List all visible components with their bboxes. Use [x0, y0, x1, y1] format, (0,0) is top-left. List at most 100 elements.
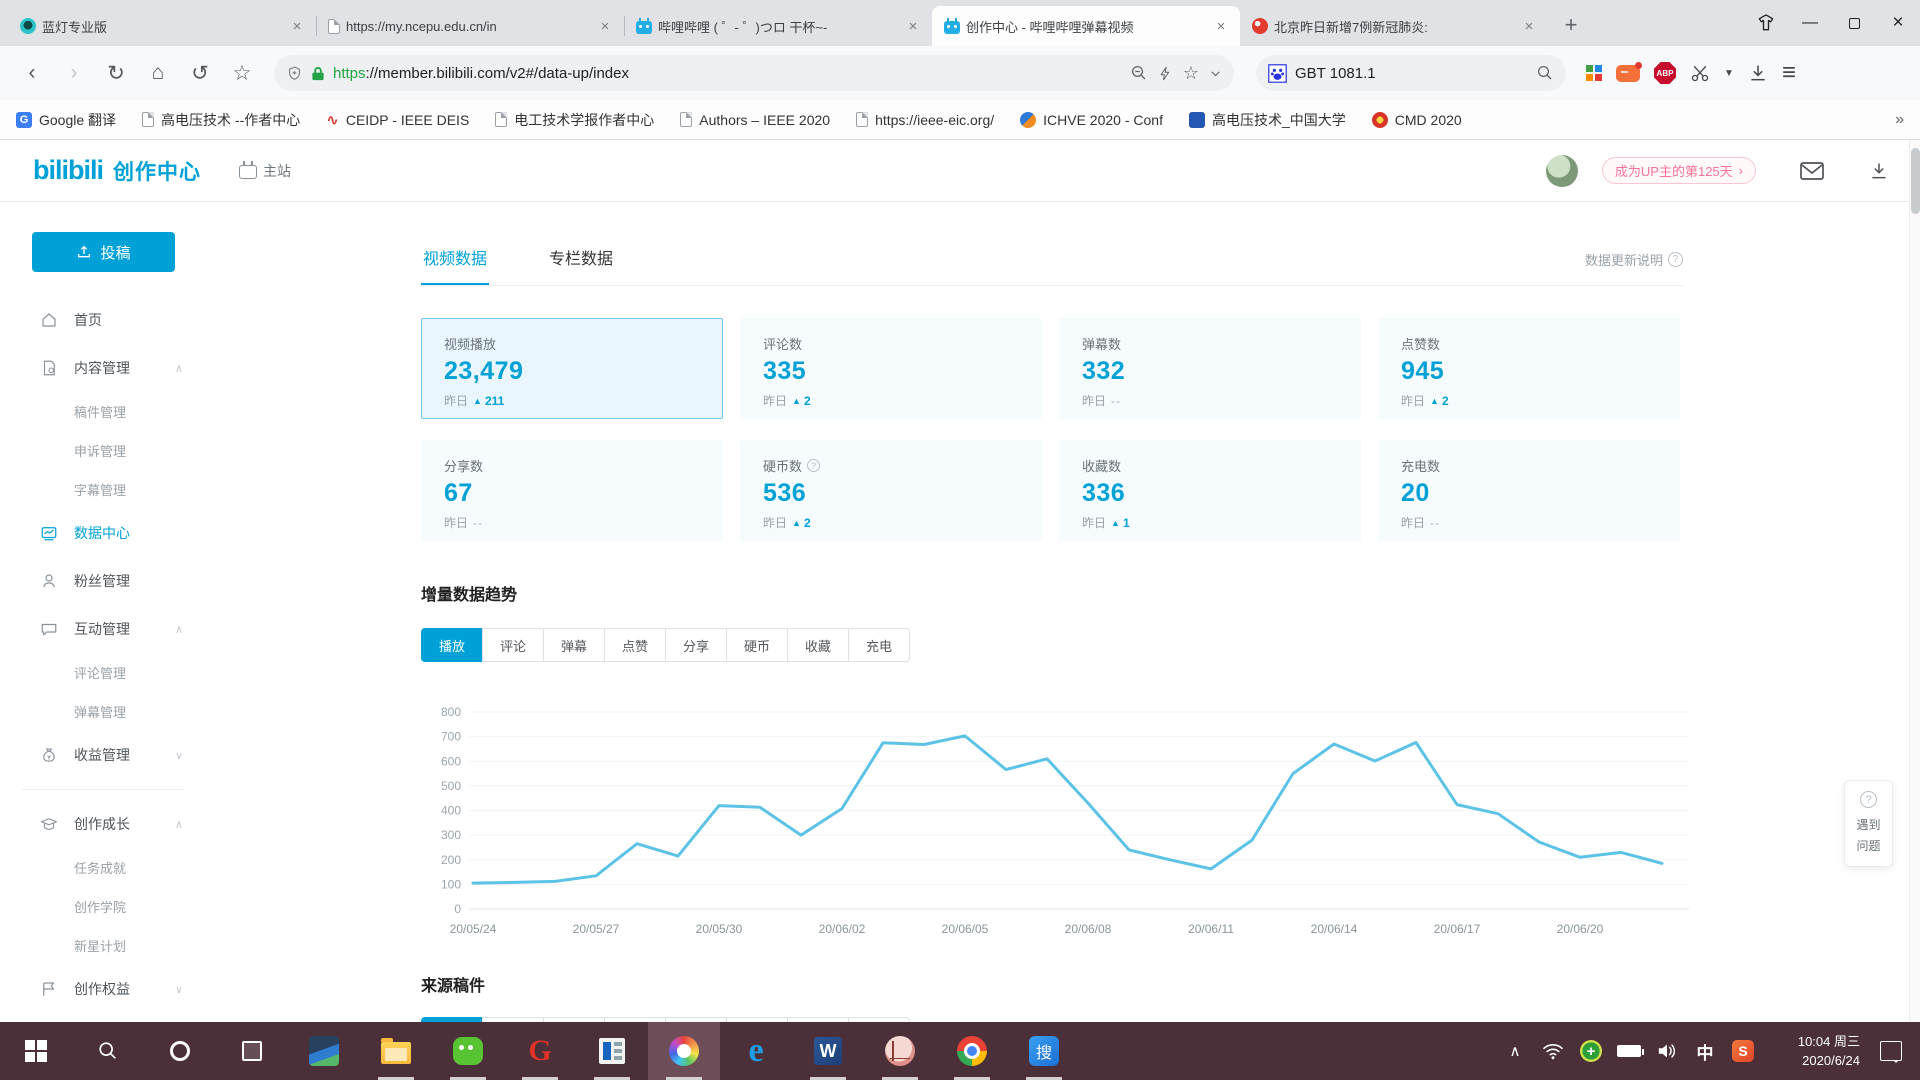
bookmark-hv-moocs[interactable]: 高电压技术_中国大学 [1189, 110, 1346, 130]
tab-article-data[interactable]: 专栏数据 [547, 245, 615, 285]
browser-tab-creator-center-active[interactable]: 创作中心 - 哔哩哔哩弹幕视频 × [932, 6, 1240, 46]
taskbar-search-button[interactable] [72, 1022, 144, 1080]
bookmarks-overflow-chevron[interactable]: » [1895, 111, 1904, 129]
taskbar-edge[interactable]: e [720, 1022, 792, 1080]
bookmark-dggc[interactable]: 电工技术学报作者中心 [495, 110, 654, 130]
taskbar-clock[interactable]: 10:04 周三 2020/6/24 [1762, 1032, 1866, 1071]
sidebar-item-data-center[interactable]: 数据中心 [0, 509, 207, 557]
post-video-button[interactable]: 投稿 [32, 232, 175, 272]
window-close-button[interactable]: × [1876, 0, 1920, 46]
browser-search-box[interactable] [1256, 55, 1566, 91]
sidebar-item-home[interactable]: 首页 [0, 296, 207, 344]
stat-card-charges[interactable]: 充电数 20 昨日 -- [1378, 440, 1680, 541]
taskbar-red-g-app[interactable]: G [504, 1022, 576, 1080]
download-icon[interactable] [1868, 161, 1890, 181]
url-text[interactable]: https://member.bilibili.com/v2#/data-up/… [333, 65, 1122, 82]
sidebar-item-fans-mgmt[interactable]: 粉丝管理 [0, 557, 207, 605]
downloads-icon[interactable] [1748, 63, 1768, 83]
undo-icon[interactable]: ↺ [182, 55, 218, 91]
stat-card-coins[interactable]: 硬币数 536 昨日 ▲2 [740, 440, 1042, 541]
stat-card-danmaku[interactable]: 弹幕数 332 昨日 -- [1059, 318, 1361, 419]
new-tab-button[interactable]: + [1554, 8, 1588, 42]
tray-sogou-icon[interactable]: S [1724, 1022, 1762, 1080]
sidebar-item-revenue-mgmt[interactable]: 收益管理 ∨ [0, 731, 207, 779]
sidebar-item-comments-mgmt[interactable]: 评论管理 [0, 653, 207, 692]
tab-video-data[interactable]: 视频数据 [421, 245, 489, 285]
favorite-star-icon[interactable]: ☆ [1183, 63, 1199, 84]
tray-volume-icon[interactable] [1648, 1022, 1686, 1080]
main-site-link[interactable]: 主站 [239, 161, 291, 181]
forward-icon[interactable]: › [56, 55, 92, 91]
browser-tab-news[interactable]: 北京昨日新增7例新冠肺炎: × [1240, 6, 1548, 46]
sidebar-item-creator-academy[interactable]: 创作学院 [0, 887, 207, 926]
trend-tab-danmaku[interactable]: 弹幕 [543, 628, 605, 662]
bookmark-ieee-eic[interactable]: https://ieee-eic.org/ [856, 112, 994, 128]
shield-icon[interactable] [286, 65, 303, 82]
browser-skin-icon[interactable] [1744, 0, 1788, 46]
secure-lock-icon[interactable] [311, 66, 325, 81]
bookmark-ichve[interactable]: ICHVE 2020 - Conf [1020, 112, 1163, 128]
start-button[interactable] [0, 1022, 72, 1080]
address-bar[interactable]: https://member.bilibili.com/v2#/data-up/… [274, 55, 1234, 91]
bookmark-ieee-authors[interactable]: Authors – IEEE 2020 [680, 112, 830, 128]
tab-close-icon[interactable]: × [1212, 17, 1230, 35]
taskbar-word[interactable]: W [792, 1022, 864, 1080]
stat-card-likes[interactable]: 点赞数 945 昨日 ▲2 [1378, 318, 1680, 419]
trend-tab-plays[interactable]: 播放 [421, 628, 483, 662]
sidebar-item-interaction-mgmt[interactable]: 互动管理 ∧ [0, 605, 207, 653]
action-center-button[interactable] [1866, 1022, 1916, 1080]
stat-card-video-plays[interactable]: 视频播放 23,479 昨日 ▲211 [421, 318, 723, 419]
browser-menu-icon[interactable]: ≡ [1782, 59, 1796, 87]
up-days-badge[interactable]: 成为UP主的第125天 › [1602, 157, 1756, 184]
window-restore-button[interactable] [1832, 0, 1876, 46]
sidebar-item-creator-rights[interactable]: 创作权益 ∨ [0, 965, 207, 1013]
bookmark-hv-author[interactable]: 高电压技术 --作者中心 [142, 110, 300, 130]
sidebar-item-task-achievements[interactable]: 任务成就 [0, 848, 207, 887]
tab-close-icon[interactable]: × [1520, 17, 1538, 35]
browser-tab-bilibili-home[interactable]: 哔哩哔哩 ( ゜- ゜)つロ 干杯~- × [624, 6, 932, 46]
trend-tab-comments[interactable]: 评论 [482, 628, 544, 662]
taskbar-active-browser[interactable] [648, 1022, 720, 1080]
tray-wifi-icon[interactable] [1534, 1022, 1572, 1080]
adblock-plus-icon[interactable]: ABP [1654, 62, 1676, 84]
screenshot-scissors-icon[interactable] [1690, 63, 1710, 83]
stat-card-shares[interactable]: 分享数 67 昨日 -- [421, 440, 723, 541]
reload-icon[interactable]: ↻ [98, 55, 134, 91]
stat-card-favorites[interactable]: 收藏数 336 昨日 ▲1 [1059, 440, 1361, 541]
stat-card-comments[interactable]: 评论数 335 昨日 ▲2 [740, 318, 1042, 419]
bookmark-cmd2020[interactable]: CMD 2020 [1372, 112, 1462, 128]
back-icon[interactable]: ‹ [14, 55, 50, 91]
feedback-float-button[interactable]: 遇到 问题 [1844, 780, 1893, 867]
bookmark-star-icon[interactable]: ☆ [224, 55, 260, 91]
window-minimize-button[interactable]: — [1788, 0, 1832, 46]
address-dropdown-icon[interactable] [1209, 67, 1222, 80]
sidebar-item-manuscripts[interactable]: 稿件管理 [0, 392, 207, 431]
sidebar-item-danmaku-mgmt[interactable]: 弹幕管理 [0, 692, 207, 731]
tray-360-safety-icon[interactable]: + [1572, 1022, 1610, 1080]
sidebar-item-rising-star[interactable]: 新星计划 [0, 926, 207, 965]
taskbar-wechat[interactable] [432, 1022, 504, 1080]
taskbar-chrome[interactable] [936, 1022, 1008, 1080]
taskbar-origin[interactable] [864, 1022, 936, 1080]
trend-tab-coins[interactable]: 硬币 [726, 628, 788, 662]
taskbar-document-viewer[interactable] [576, 1022, 648, 1080]
sidebar-item-content-mgmt[interactable]: 内容管理 ∧ [0, 344, 207, 392]
search-input[interactable] [1295, 65, 1495, 82]
apps-grid-icon[interactable] [1586, 65, 1602, 81]
tray-show-hidden-icons[interactable]: ∧ [1496, 1022, 1534, 1080]
search-magnifier-icon[interactable] [1536, 64, 1554, 82]
lightning-icon[interactable] [1158, 65, 1173, 82]
tray-battery-icon[interactable] [1610, 1022, 1648, 1080]
tab-close-icon[interactable]: × [596, 17, 614, 35]
scrollbar-thumb[interactable] [1911, 148, 1920, 214]
cortana-button[interactable] [144, 1022, 216, 1080]
page-scrollbar[interactable] [1909, 140, 1920, 1022]
tab-close-icon[interactable]: × [288, 17, 306, 35]
avatar[interactable] [1546, 155, 1578, 187]
zoom-out-icon[interactable] [1130, 64, 1148, 82]
bookmark-ceidp[interactable]: ∿CEIDP - IEEE DEIS [326, 112, 469, 128]
sidebar-item-appeals[interactable]: 申诉管理 [0, 431, 207, 470]
home-icon[interactable]: ⌂ [140, 55, 176, 91]
sidebar-item-subtitles[interactable]: 字幕管理 [0, 470, 207, 509]
task-view-button[interactable] [216, 1022, 288, 1080]
